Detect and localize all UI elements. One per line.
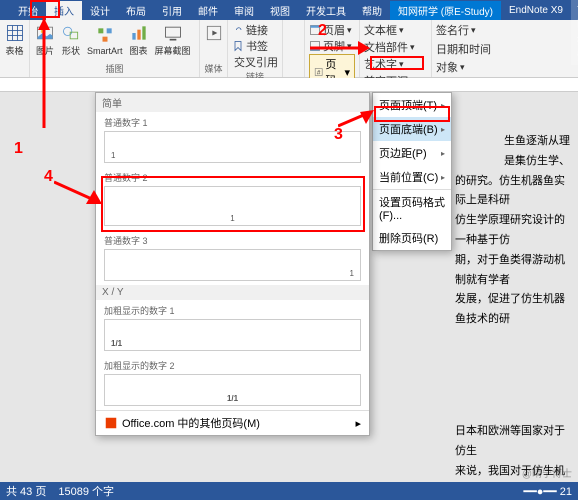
gallery-plain1[interactable]: 普通数字 1 1	[96, 112, 369, 167]
status-pages[interactable]: 共 43 页	[6, 483, 46, 499]
annotation-2: 2	[318, 22, 327, 40]
tab-help[interactable]: 帮助	[354, 1, 390, 20]
shapes-button[interactable]: 形状	[60, 22, 82, 58]
annotation-box-insert-tab	[30, 0, 60, 18]
tab-view[interactable]: 视图	[262, 1, 298, 20]
media-button[interactable]	[204, 22, 223, 44]
annotation-arrow-1	[36, 18, 52, 138]
annotation-4: 4	[44, 168, 53, 186]
gallery-office-more[interactable]: Office.com 中的其他页码(M) ▸	[96, 410, 369, 435]
status-zoom[interactable]: ━━●━━ 21	[524, 485, 572, 498]
quickparts-button[interactable]: 文档部件 ▾	[364, 39, 415, 55]
crossref-button[interactable]: 交叉引用	[232, 54, 278, 70]
annotation-3: 3	[334, 126, 343, 144]
tab-endnote[interactable]: EndNote X9	[501, 3, 571, 18]
tab-developer[interactable]: 开发工具	[298, 1, 354, 20]
smartart-button[interactable]: SmartArt	[86, 24, 124, 57]
tab-review[interactable]: 审阅	[226, 1, 262, 20]
tab-mailings[interactable]: 邮件	[190, 1, 226, 20]
ruler	[0, 78, 578, 92]
submenu-remove[interactable]: 删除页码(R)	[373, 226, 451, 250]
annotation-box-plain2	[101, 176, 365, 232]
tables-button[interactable]: 表格	[4, 22, 25, 58]
svg-text:#: #	[317, 69, 321, 76]
submenu-current[interactable]: 当前位置(C)▸	[373, 165, 451, 189]
gallery-bold2[interactable]: 加粗显示的数字 2 1/1	[96, 355, 369, 410]
annotation-arrow-4	[54, 180, 102, 210]
annotation-arrow-3	[338, 108, 374, 132]
submenu-margins[interactable]: 页边距(P)▸	[373, 141, 451, 165]
document-body-1: 生鱼逐渐从理 是集仿生学、 的研究。仿生机器鱼实际上是科研 仿生学原理研究设计的…	[455, 132, 570, 330]
tab-references[interactable]: 引用	[154, 1, 190, 20]
annotation-box-bottom	[374, 106, 450, 122]
gallery-plain3[interactable]: 普通数字 3 1	[96, 230, 369, 285]
datetime-button[interactable]: 日期和时间	[436, 41, 498, 57]
group-illustrations: 插图	[34, 62, 195, 75]
page-number-gallery: 简单 普通数字 1 1 普通数字 2 1 普通数字 3 1 X / Y 加粗显示…	[95, 92, 370, 436]
chart-button[interactable]: 图表	[128, 22, 150, 58]
status-words[interactable]: 15089 个字	[58, 483, 114, 499]
tab-estudy[interactable]: 知网研学 (原E-Study)	[390, 1, 501, 20]
tab-layout[interactable]: 布局	[118, 1, 154, 20]
signature-button[interactable]: 签名行 ▾	[436, 22, 498, 38]
screenshot-button[interactable]: 屏幕截图	[154, 22, 192, 58]
annotation-box-pagenumber	[370, 56, 424, 70]
bookmark-button[interactable]: 书签	[232, 38, 278, 54]
gallery-section-simple: 简单	[96, 93, 369, 112]
office-icon	[104, 416, 118, 430]
object-button[interactable]: 对象 ▾	[436, 59, 498, 75]
gallery-section-xy: X / Y	[96, 285, 369, 300]
gallery-bold1[interactable]: 加粗显示的数字 1 1/1	[96, 300, 369, 355]
search-box[interactable]: ♀ 操作说明搜索	[571, 0, 578, 65]
annotation-1: 1	[14, 140, 23, 158]
links-button[interactable]: 链接	[232, 22, 278, 38]
submenu-format[interactable]: 设置页码格式(F)...	[373, 190, 451, 226]
watermark: @晴宁博士	[522, 465, 572, 480]
tab-design[interactable]: 设计	[82, 1, 118, 20]
